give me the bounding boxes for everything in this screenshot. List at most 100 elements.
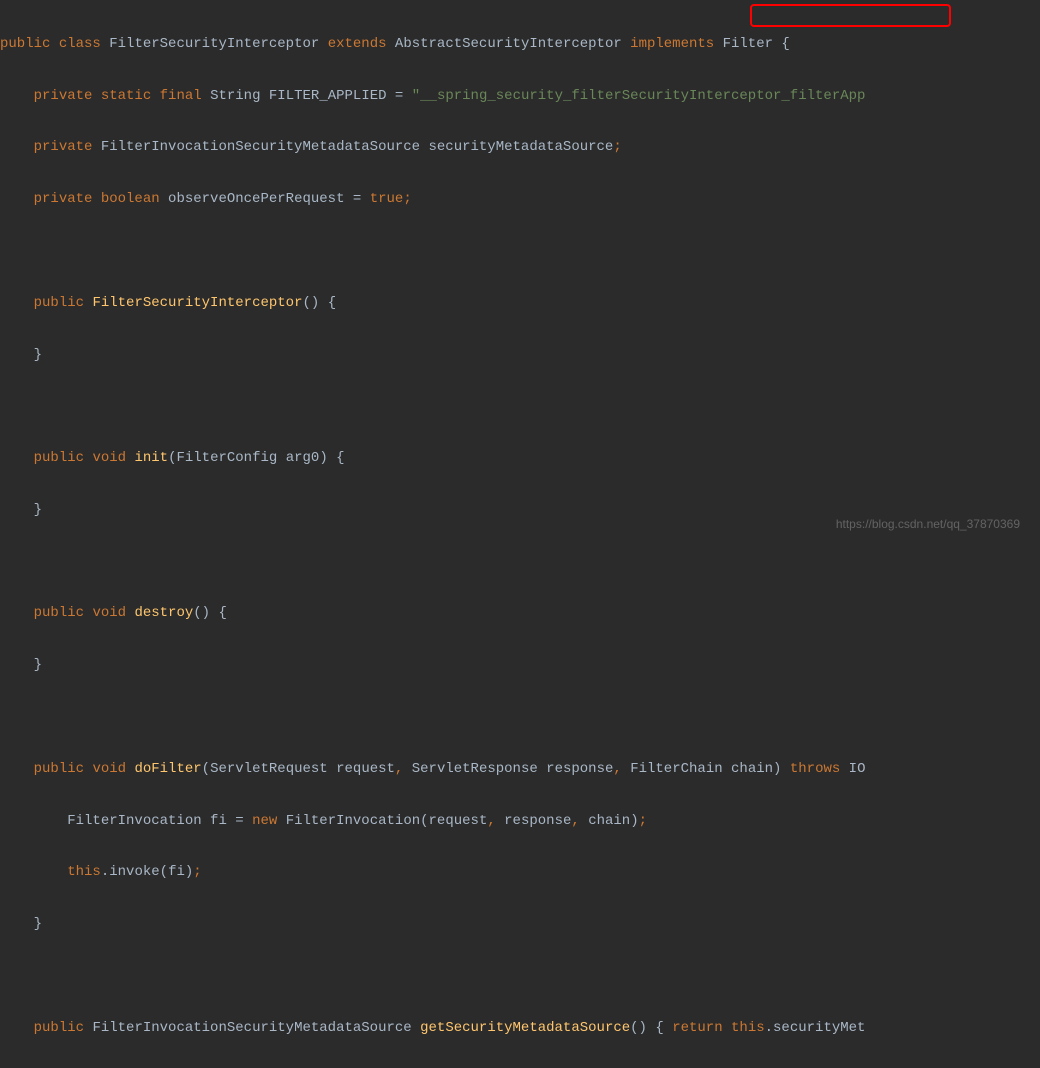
indent: [0, 88, 34, 104]
string-literal: "__spring_security_filterSecurityInterce…: [412, 88, 866, 104]
keyword-final: final: [160, 88, 202, 104]
type-string: String: [210, 88, 260, 104]
code-line-13: }: [0, 653, 1040, 679]
var-metadata: securityMetadataSource: [429, 139, 614, 155]
p2-type: ServletResponse: [412, 761, 538, 777]
param-type: FilterConfig: [176, 450, 277, 466]
code-line-1: public class FilterSecurityInterceptor e…: [0, 32, 1040, 58]
code-line-6: public FilterSecurityInterceptor() {: [0, 291, 1040, 317]
code-line-17: this.invoke(fi);: [0, 860, 1040, 886]
brace: {: [328, 450, 345, 466]
brace-close: }: [34, 502, 42, 518]
interface-name: Filter: [723, 36, 773, 52]
paren-close: ): [773, 761, 790, 777]
comma: ,: [487, 813, 504, 829]
paren-close: ): [185, 864, 193, 880]
semicolon: ;: [613, 139, 621, 155]
code-line-7: }: [0, 343, 1040, 369]
indent: [0, 813, 67, 829]
exception: IO: [840, 761, 865, 777]
parens: (): [302, 295, 319, 311]
keyword-boolean: boolean: [101, 191, 160, 207]
brace: {: [210, 605, 227, 621]
brace-close: }: [34, 916, 42, 932]
parens: (): [193, 605, 210, 621]
class-name: FilterSecurityInterceptor: [109, 36, 319, 52]
keyword-void: void: [92, 761, 126, 777]
code-line-3: private FilterInvocationSecurityMetadata…: [0, 135, 1040, 161]
keyword-implements: implements: [630, 36, 714, 52]
code-line-2: private static final String FILTER_APPLI…: [0, 84, 1040, 110]
keyword-public: public: [0, 36, 50, 52]
keyword-public: public: [34, 605, 84, 621]
method-init: init: [134, 450, 168, 466]
code-line-20: public FilterInvocationSecurityMetadataS…: [0, 1016, 1040, 1042]
return-type: FilterInvocationSecurityMetadataSource: [92, 1020, 411, 1036]
paren-open: (: [420, 813, 428, 829]
parent-class: AbstractSecurityInterceptor: [395, 36, 622, 52]
param-name: arg0: [286, 450, 320, 466]
keyword-this: this: [67, 864, 101, 880]
indent: [0, 191, 34, 207]
paren-open: (: [160, 864, 168, 880]
keyword-class: class: [59, 36, 101, 52]
comma: ,: [395, 761, 412, 777]
brace-close: }: [34, 347, 42, 363]
keyword-private: private: [34, 191, 93, 207]
keyword-void: void: [92, 450, 126, 466]
type-fi: FilterInvocation: [67, 813, 201, 829]
parens: (): [630, 1020, 647, 1036]
equals: =: [387, 88, 412, 104]
p3-name: chain: [731, 761, 773, 777]
code-line-blank: [0, 964, 1040, 990]
p2-name: response: [546, 761, 613, 777]
semicolon: ;: [639, 813, 647, 829]
keyword-extends: extends: [328, 36, 387, 52]
indent: [0, 864, 67, 880]
var-filter-applied: FILTER_APPLIED: [269, 88, 387, 104]
equals: =: [227, 813, 252, 829]
constructor-name: FilterSecurityInterceptor: [92, 295, 302, 311]
keyword-return: return: [672, 1020, 722, 1036]
keyword-public: public: [34, 1020, 84, 1036]
method-dofilter: doFilter: [134, 761, 201, 777]
arg1: request: [429, 813, 488, 829]
comma: ,: [613, 761, 630, 777]
brace: {: [773, 36, 790, 52]
indent: [0, 761, 34, 777]
arg3: chain: [588, 813, 630, 829]
indent: [0, 139, 34, 155]
field-name: securityMet: [773, 1020, 865, 1036]
code-line-9: public void init(FilterConfig arg0) {: [0, 446, 1040, 472]
method-invoke: invoke: [109, 864, 159, 880]
var-observe: observeOncePerRequest: [168, 191, 344, 207]
p3-type: FilterChain: [630, 761, 722, 777]
keyword-public: public: [34, 761, 84, 777]
p1-name: request: [336, 761, 395, 777]
indent: [0, 347, 34, 363]
code-line-16: FilterInvocation fi = new FilterInvocati…: [0, 809, 1040, 835]
keyword-private: private: [34, 88, 93, 104]
method-destroy: destroy: [134, 605, 193, 621]
indent: [0, 657, 34, 673]
indent: [0, 295, 34, 311]
dot: .: [765, 1020, 773, 1036]
brace: {: [319, 295, 336, 311]
equals: =: [344, 191, 369, 207]
code-line-12: public void destroy() {: [0, 601, 1040, 627]
keyword-throws: throws: [790, 761, 840, 777]
semicolon: ;: [193, 864, 201, 880]
keyword-this: this: [731, 1020, 765, 1036]
code-line-18: }: [0, 912, 1040, 938]
type-metadata: FilterInvocationSecurityMetadataSource: [101, 139, 420, 155]
keyword-static: static: [101, 88, 151, 104]
code-line-blank: [0, 394, 1040, 420]
code-line-blank: [0, 705, 1040, 731]
p1-type: ServletRequest: [210, 761, 328, 777]
semicolon: ;: [403, 191, 411, 207]
ctor-name: FilterInvocation: [277, 813, 420, 829]
paren-close: ): [319, 450, 327, 466]
paren-close: ): [630, 813, 638, 829]
arg-fi: fi: [168, 864, 185, 880]
dot: .: [101, 864, 109, 880]
